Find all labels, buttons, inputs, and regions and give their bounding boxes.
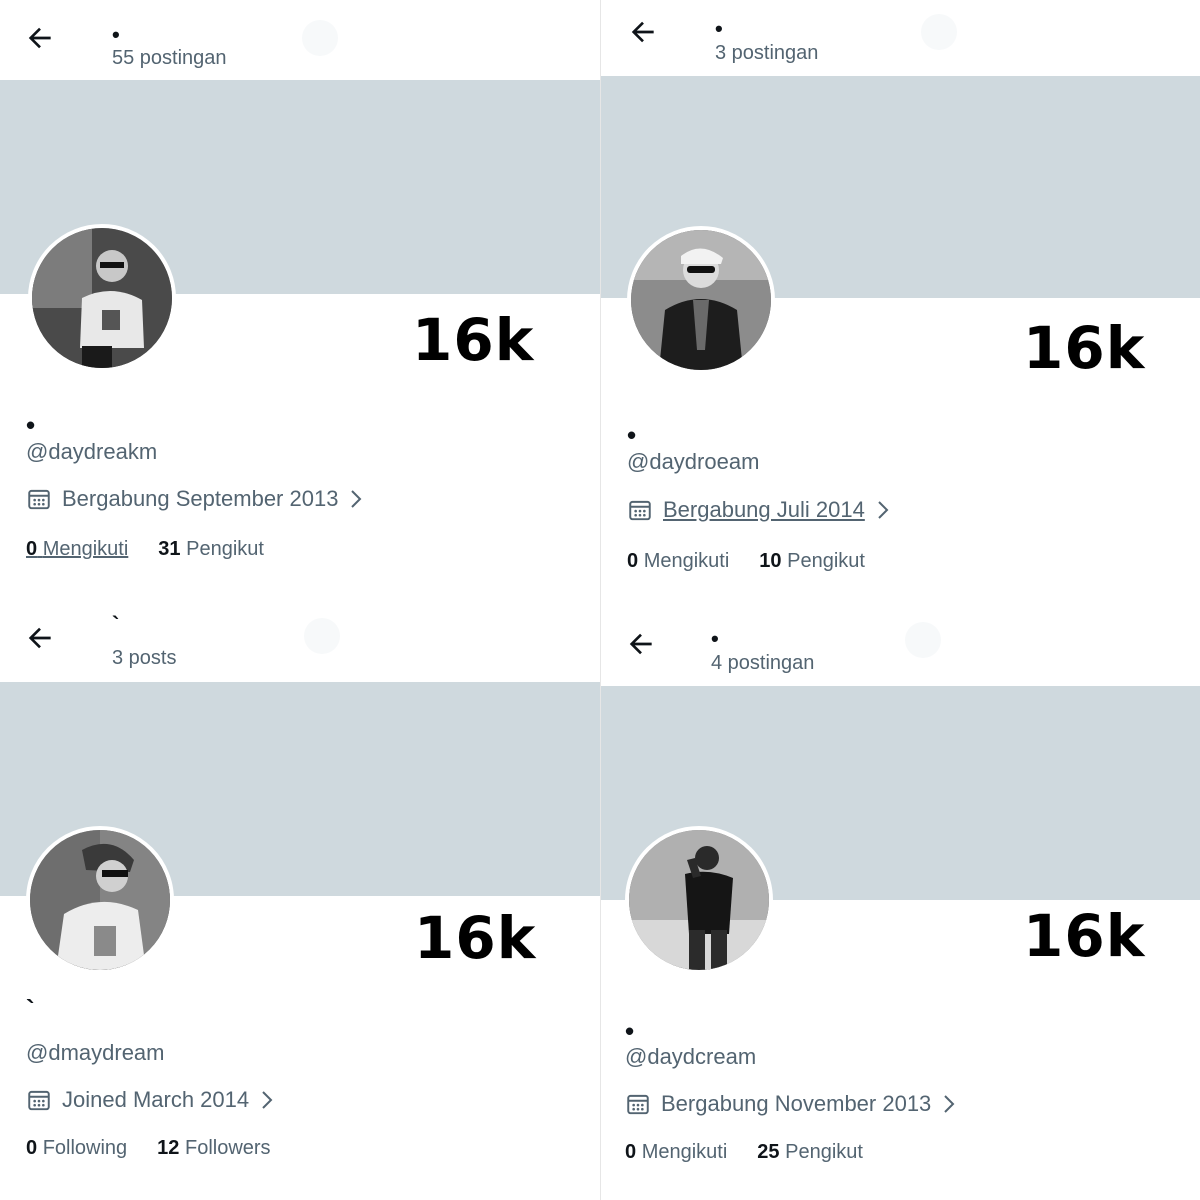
arrow-left-icon — [629, 633, 652, 655]
follow-stats: 0 Mengikuti 10 Pengikut — [627, 550, 865, 573]
post-count: 3 posts — [112, 647, 177, 669]
followers-count: 31 — [158, 538, 181, 560]
following-label: Mengikuti — [42, 538, 129, 560]
follow-stats: 0 Mengikuti 25 Pengikut — [625, 1141, 863, 1164]
follow-stats: 0 Following 12 Followers — [26, 1137, 271, 1160]
calendar-icon — [627, 1094, 649, 1115]
avatar-photo — [32, 228, 172, 368]
arrow-left-icon — [631, 21, 654, 43]
join-date-text: Bergabung November 2013 — [661, 1091, 932, 1116]
display-name: • — [26, 410, 36, 440]
following-count: 0 — [627, 550, 639, 572]
handle: @dmaydream — [26, 1040, 165, 1065]
followers-label: Pengikut — [186, 538, 264, 560]
profile-card-daydcream: • 4 postingan 16k • @daydcream Bergabung… — [600, 600, 1200, 1200]
back-button[interactable] — [625, 628, 657, 660]
follower-total-overlay: 16k — [414, 904, 537, 972]
join-date-link[interactable]: Bergabung Juli 2014 — [627, 497, 891, 523]
followers-count: 12 — [157, 1137, 180, 1159]
followers-link[interactable]: 25 Pengikut — [757, 1141, 863, 1164]
display-name: • — [627, 420, 637, 450]
followers-count: 25 — [757, 1141, 780, 1163]
display-name: ` — [26, 994, 35, 1024]
post-count: 3 postingan — [715, 42, 819, 64]
chevron-right-icon — [259, 1090, 275, 1110]
join-date-link[interactable]: Joined March 2014 — [26, 1087, 275, 1113]
handle: @daydreakm — [26, 439, 158, 464]
header-ghost-icon — [905, 622, 941, 658]
followers-label: Pengikut — [785, 1141, 863, 1163]
header-ghost-icon — [304, 618, 340, 654]
avatar[interactable] — [26, 826, 174, 974]
follow-stats: 0 Mengikuti 31 Pengikut — [26, 538, 264, 561]
join-date-text: Joined March 2014 — [62, 1087, 250, 1112]
calendar-icon — [629, 500, 651, 521]
following-link[interactable]: 0 Following — [26, 1137, 127, 1160]
back-button[interactable] — [24, 622, 56, 654]
calendar-icon — [28, 1090, 50, 1111]
back-button[interactable] — [24, 22, 56, 54]
join-date-link[interactable]: Bergabung September 2013 — [26, 486, 364, 512]
post-count: 4 postingan — [711, 652, 815, 674]
chevron-right-icon — [941, 1094, 957, 1114]
avatar-photo — [629, 830, 769, 970]
profile-card-dmaydream: ` 3 posts 16k ` @dmaydream Joined March … — [0, 600, 600, 1200]
handle: @daydroeam — [627, 449, 760, 474]
follower-total-overlay: 16k — [412, 306, 535, 374]
avatar-photo — [30, 830, 170, 970]
header-display-name: • — [112, 22, 120, 47]
followers-link[interactable]: 10 Pengikut — [759, 550, 865, 573]
following-label: Mengikuti — [643, 550, 730, 572]
profile-card-daydroeam: • 3 postingan 16k • @daydroeam Bergabung… — [600, 0, 1200, 600]
follower-total-overlay: 16k — [1023, 314, 1146, 382]
avatar[interactable] — [627, 226, 775, 374]
back-button[interactable] — [627, 16, 659, 48]
profile-card-daydreakm: • 55 postingan 16k • @daydreakm Bergabun… — [0, 0, 600, 600]
avatar-photo — [631, 230, 771, 370]
post-count: 55 postingan — [112, 47, 227, 69]
handle: @daydcream — [625, 1044, 757, 1069]
join-date-link[interactable]: Bergabung November 2013 — [625, 1091, 957, 1117]
header-display-name: • — [715, 16, 723, 41]
display-name: • — [625, 1016, 635, 1046]
arrow-left-icon — [28, 627, 51, 649]
follower-total-overlay: 16k — [1023, 902, 1146, 970]
following-count: 0 — [26, 538, 38, 560]
join-date-text: Bergabung September 2013 — [62, 486, 339, 511]
following-label: Following — [42, 1137, 128, 1159]
header-display-name: • — [711, 626, 719, 651]
chevron-right-icon — [875, 500, 891, 520]
following-link[interactable]: 0 Mengikuti — [627, 550, 729, 573]
following-label: Mengikuti — [641, 1141, 728, 1163]
header-display-name: ` — [112, 612, 120, 637]
followers-link[interactable]: 31 Pengikut — [158, 538, 264, 561]
header-ghost-icon — [921, 14, 957, 50]
followers-label: Pengikut — [787, 550, 865, 572]
header-ghost-icon — [302, 20, 338, 56]
following-link[interactable]: 0 Mengikuti — [625, 1141, 727, 1164]
chevron-right-icon — [348, 489, 364, 509]
followers-link[interactable]: 12 Followers — [157, 1137, 270, 1160]
avatar[interactable] — [625, 826, 773, 974]
followers-count: 10 — [759, 550, 782, 572]
calendar-icon — [28, 489, 50, 510]
followers-label: Followers — [184, 1137, 271, 1159]
following-count: 0 — [26, 1137, 38, 1159]
join-date-text: Bergabung Juli 2014 — [663, 497, 865, 522]
avatar[interactable] — [28, 224, 176, 372]
arrow-left-icon — [28, 27, 51, 49]
following-count: 0 — [625, 1141, 637, 1163]
following-link[interactable]: 0 Mengikuti — [26, 538, 128, 561]
